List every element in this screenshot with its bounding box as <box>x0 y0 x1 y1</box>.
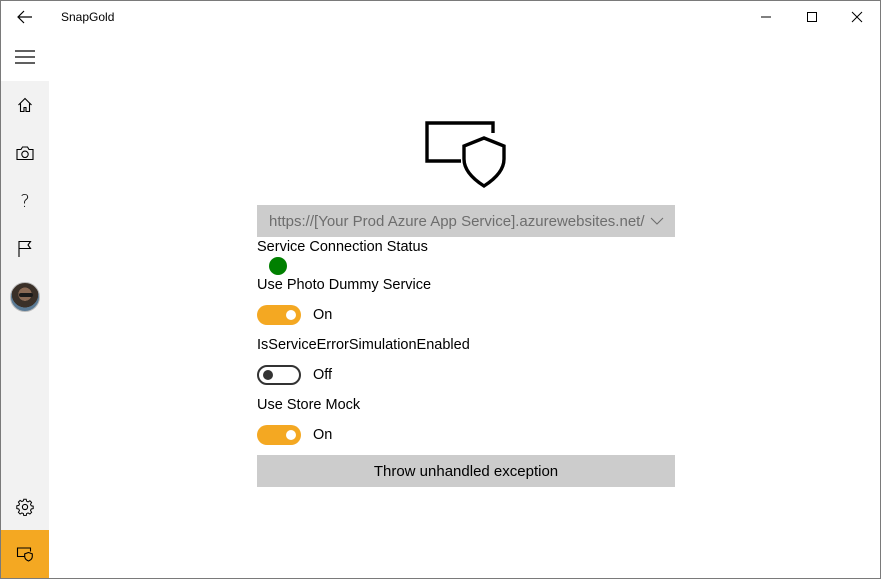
minimize-button[interactable] <box>743 1 789 33</box>
side-navigation: ? <box>1 33 49 578</box>
service-status-indicator <box>269 257 287 275</box>
question-mark-icon: ? <box>20 190 30 212</box>
error-simulation-label: IsServiceErrorSimulationEnabled <box>257 337 470 353</box>
nav-item-settings[interactable] <box>1 483 49 531</box>
app-window: SnapGold ? https://[Your Prod Azure App … <box>0 0 881 579</box>
toggle-knob <box>286 310 296 320</box>
photo-dummy-toggle[interactable] <box>257 305 301 325</box>
back-button[interactable] <box>1 1 49 33</box>
endpoint-selected-value: https://[Your Prod Azure App Service].az… <box>269 212 645 230</box>
nav-item-developer[interactable] <box>1 530 49 578</box>
hamburger-menu-icon <box>15 50 35 64</box>
error-simulation-state: Off <box>313 367 333 383</box>
toggle-knob <box>286 430 296 440</box>
home-icon <box>18 97 32 113</box>
chevron-down-icon <box>650 217 664 225</box>
app-title: SnapGold <box>61 10 115 24</box>
hamburger-menu-button[interactable] <box>1 33 49 81</box>
nav-item-profile[interactable] <box>1 273 49 321</box>
service-status-label: Service Connection Status <box>257 239 428 255</box>
nav-item-help[interactable]: ? <box>1 177 49 225</box>
toggle-knob <box>263 370 273 380</box>
maximize-icon <box>807 12 817 22</box>
nav-item-home[interactable] <box>1 81 49 129</box>
avatar <box>10 282 40 312</box>
nav-item-camera[interactable] <box>1 129 49 177</box>
photo-dummy-label: Use Photo Dummy Service <box>257 277 432 293</box>
camera-icon <box>16 146 34 161</box>
nav-item-flag[interactable] <box>1 225 49 273</box>
store-mock-toggle[interactable] <box>257 425 301 445</box>
close-icon <box>851 11 863 23</box>
throw-exception-button[interactable]: Throw unhandled exception <box>257 455 675 487</box>
screen-shield-hero-icon <box>425 121 506 189</box>
minimize-icon <box>761 16 771 18</box>
store-mock-label: Use Store Mock <box>257 397 361 413</box>
title-bar: SnapGold <box>1 1 880 33</box>
error-simulation-toggle[interactable] <box>257 365 301 385</box>
screen-shield-icon <box>16 547 33 562</box>
close-button[interactable] <box>834 1 880 33</box>
service-endpoint-dropdown[interactable]: https://[Your Prod Azure App Service].az… <box>257 205 675 237</box>
photo-dummy-state: On <box>313 307 333 323</box>
maximize-button[interactable] <box>789 1 835 33</box>
gear-icon <box>16 498 34 516</box>
back-arrow-icon <box>17 10 32 24</box>
store-mock-state: On <box>313 427 333 443</box>
flag-icon <box>18 240 32 257</box>
